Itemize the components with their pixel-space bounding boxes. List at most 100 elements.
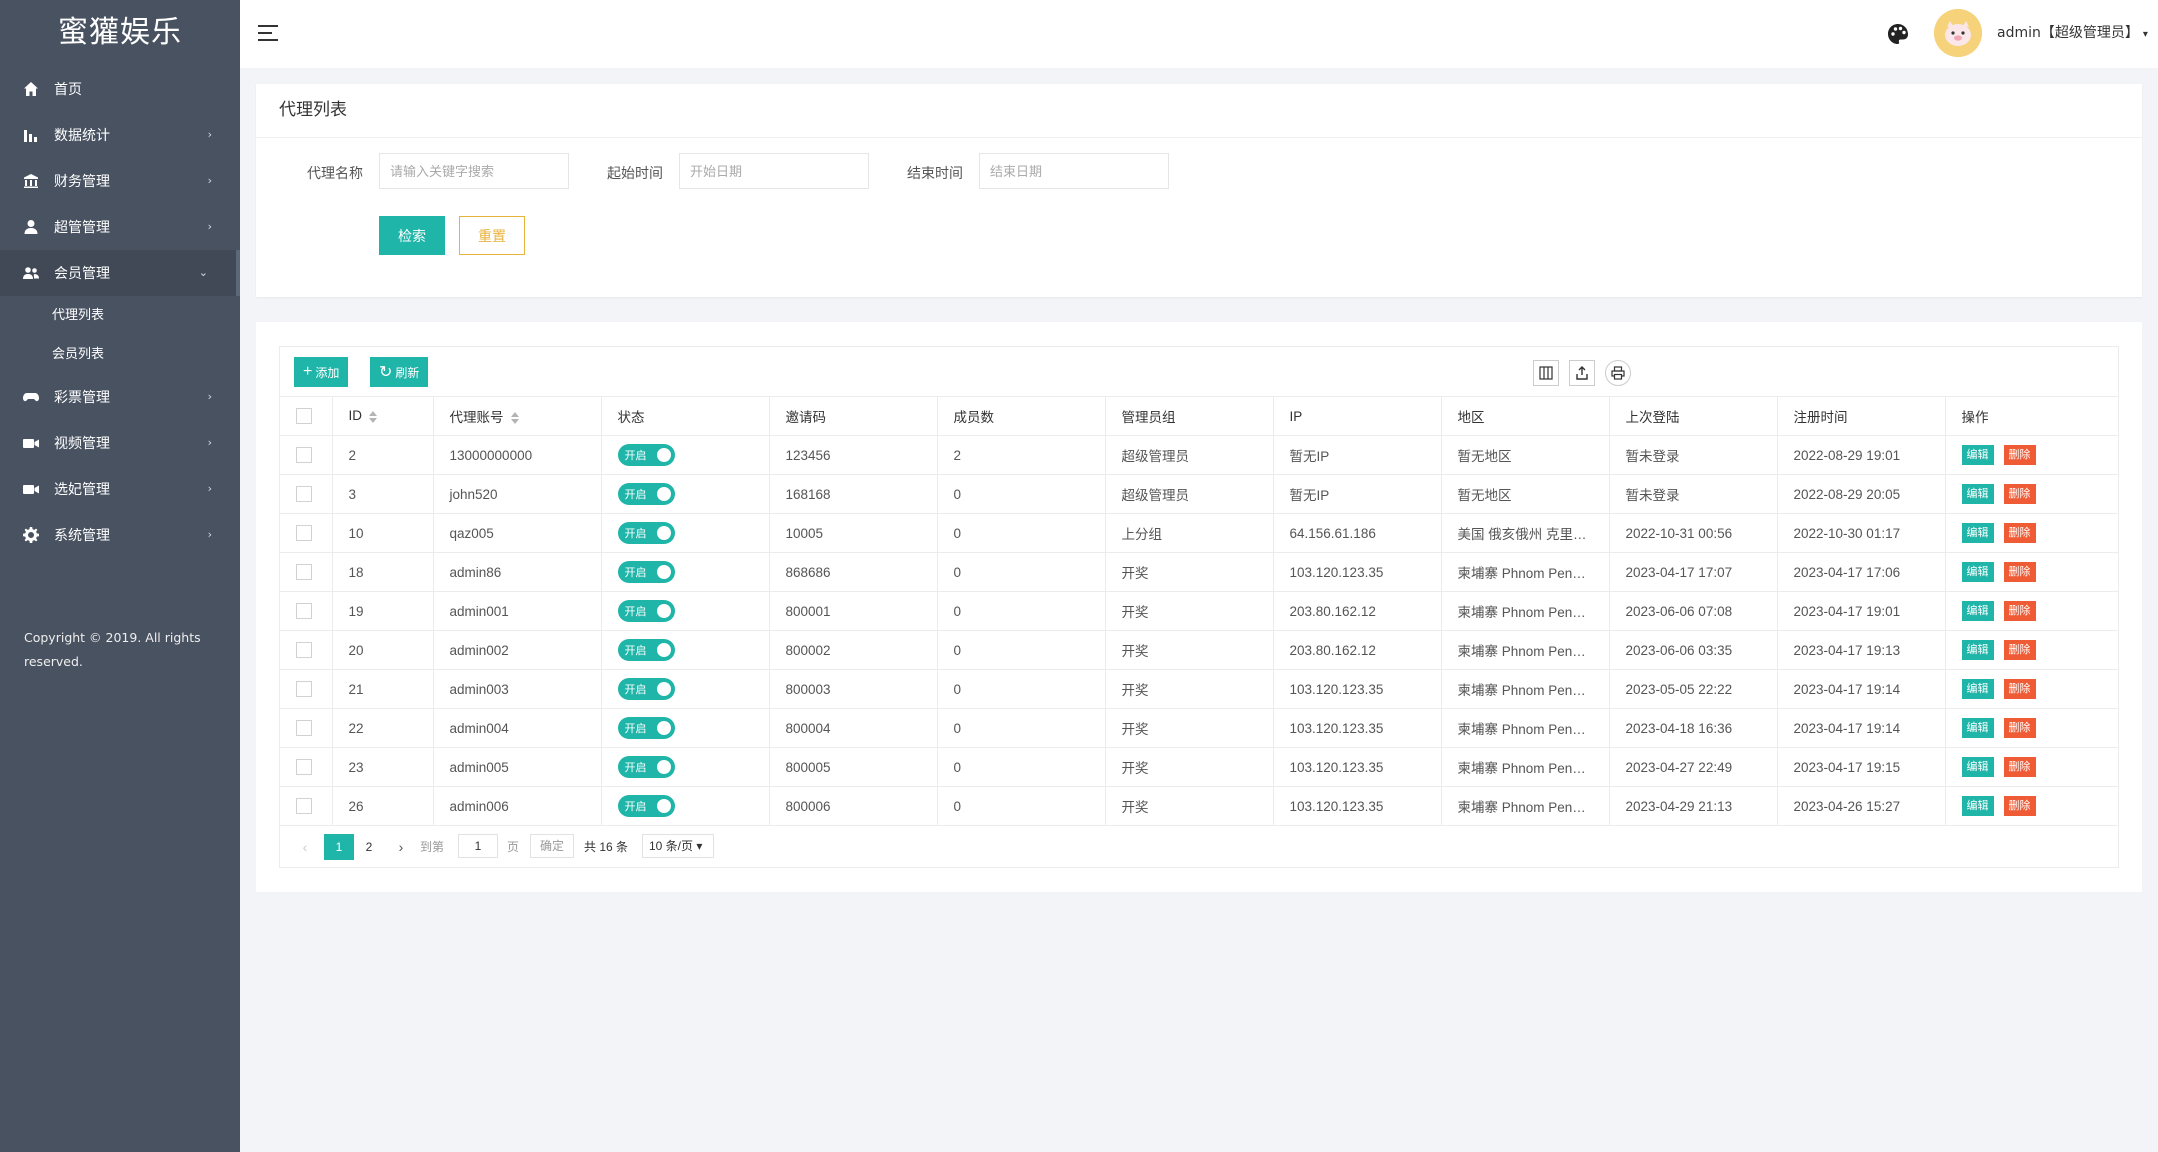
page-2-button[interactable]: 2 [354,834,384,860]
row-checkbox[interactable] [296,798,312,815]
columns-icon[interactable] [1533,360,1559,386]
row-select-cell[interactable] [280,669,333,709]
sidebar-item-lottery[interactable]: 彩票管理 › [0,374,240,420]
edit-button[interactable]: 编辑 [1961,679,1994,699]
sidebar-item-home[interactable]: 首页 [0,66,240,112]
delete-button[interactable]: 删除 [2003,796,2036,816]
avatar-icon[interactable] [1934,9,1982,57]
row-select-cell[interactable] [280,513,333,553]
reset-button[interactable]: 重置 [459,216,525,255]
status-toggle[interactable]: 开启 [617,444,675,466]
row-select-cell[interactable] [280,630,333,670]
edit-button[interactable]: 编辑 [1961,523,1994,543]
row-checkbox[interactable] [296,486,312,503]
row-checkbox[interactable] [296,681,312,698]
status-toggle[interactable]: 开启 [617,717,675,739]
toggle-label: 开启 [624,606,647,618]
delete-button[interactable]: 删除 [2003,679,2036,699]
menu-icon[interactable] [258,24,280,42]
row-checkbox[interactable] [296,564,312,581]
row-select-cell[interactable] [280,708,333,748]
sidebar-item-concubine[interactable]: 选妃管理 › [0,466,240,512]
status-toggle[interactable]: 开启 [617,522,675,544]
sidebar-item-stats[interactable]: 数据统计 › [0,112,240,158]
refresh-button[interactable]: ↻ 刷新 [370,357,429,387]
page-1-button[interactable]: 1 [324,834,354,860]
search-button[interactable]: 检索 [379,216,445,255]
select-all-checkbox[interactable] [296,408,312,425]
status-toggle[interactable]: 开启 [617,756,675,778]
start-date-input[interactable] [679,153,869,189]
actions-cell: 编辑 删除 [1945,591,2118,631]
status-toggle[interactable]: 开启 [617,600,675,622]
sidebar-item-video[interactable]: 视频管理 › [0,420,240,466]
row-select-cell[interactable] [280,474,333,514]
row-checkbox[interactable] [296,720,312,737]
row-select-cell[interactable] [280,591,333,631]
sidebar-item-finance[interactable]: 财务管理 › [0,158,240,204]
cell-members: 0 [937,474,1106,514]
agent-name-input[interactable] [379,153,569,189]
next-page-button[interactable]: › [388,834,414,860]
sidebar-item-members[interactable]: 会员管理 ⌄ [0,250,240,296]
user-menu[interactable]: admin【超级管理员】 ▾ [1997,22,2148,42]
status-toggle[interactable]: 开启 [617,561,675,583]
chevron-right-icon: › [207,220,212,233]
status-toggle[interactable]: 开启 [617,483,675,505]
sidebar-item-superadmin[interactable]: 超管管理 › [0,204,240,250]
cell-registered: 2023-04-17 17:06 [1777,552,1946,592]
edit-button[interactable]: 编辑 [1961,796,1994,816]
header-account[interactable]: 代理账号 [433,397,602,436]
cell-group: 上分组 [1105,513,1274,553]
edit-button[interactable]: 编辑 [1961,718,1994,738]
delete-button[interactable]: 删除 [2003,523,2036,543]
table-row: 21 admin003 开启 800003 0 开奖 103.120.123.35 柬埔寨 P… [280,669,2118,709]
sidebar-subitem-agent-list[interactable]: 代理列表 [0,296,240,335]
delete-button[interactable]: 删除 [2003,757,2036,777]
sort-icon[interactable] [510,411,520,425]
header-id[interactable]: ID [332,397,434,436]
edit-button[interactable]: 编辑 [1961,445,1994,465]
status-toggle[interactable]: 开启 [617,795,675,817]
delete-button[interactable]: 删除 [2003,718,2036,738]
header-status: 状态 [601,397,770,436]
row-checkbox[interactable] [296,759,312,776]
goto-confirm-button[interactable]: 确定 [530,834,574,858]
delete-button[interactable]: 删除 [2003,562,2036,582]
delete-button[interactable]: 删除 [2003,601,2036,621]
sidebar-subitem-member-list[interactable]: 会员列表 [0,335,240,374]
status-toggle[interactable]: 开启 [617,678,675,700]
row-select-cell[interactable] [280,786,333,826]
end-date-input[interactable] [979,153,1169,189]
row-select-cell[interactable] [280,435,333,475]
header-invite-code: 邀请码 [769,397,938,436]
row-checkbox[interactable] [296,642,312,659]
export-icon[interactable] [1569,360,1595,386]
delete-button[interactable]: 删除 [2003,484,2036,504]
row-checkbox[interactable] [296,603,312,620]
delete-button[interactable]: 删除 [2003,445,2036,465]
edit-button[interactable]: 编辑 [1961,562,1994,582]
page-size-select[interactable]: 10 条/页 ▾ [642,834,714,858]
edit-button[interactable]: 编辑 [1961,757,1994,777]
row-checkbox[interactable] [296,525,312,542]
video-icon [22,480,40,498]
prev-page-button[interactable]: ‹ [292,834,318,860]
row-checkbox[interactable] [296,447,312,464]
row-select-cell[interactable] [280,552,333,592]
delete-button[interactable]: 删除 [2003,640,2036,660]
edit-button[interactable]: 编辑 [1961,484,1994,504]
print-icon[interactable] [1605,360,1631,386]
edit-button[interactable]: 编辑 [1961,640,1994,660]
status-toggle[interactable]: 开启 [617,639,675,661]
goto-page-input[interactable]: 1 [458,834,498,858]
palette-icon[interactable] [1887,23,1909,45]
sort-icon[interactable] [368,410,378,424]
sidebar-item-system[interactable]: 系统管理 › [0,512,240,558]
row-select-cell[interactable] [280,747,333,787]
header-region: 地区 [1441,397,1610,436]
add-button[interactable]: + 添加 [294,357,349,387]
edit-button[interactable]: 编辑 [1961,601,1994,621]
cell-registered: 2023-04-17 19:14 [1777,708,1946,748]
select-all-cell[interactable] [280,397,333,436]
